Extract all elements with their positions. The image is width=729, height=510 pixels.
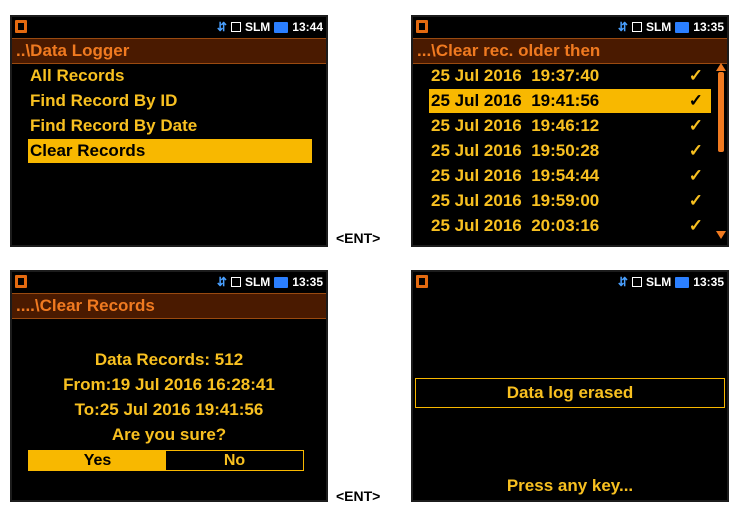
confirm-question: Are you sure? — [111, 425, 227, 444]
clock: 13:44 — [292, 20, 323, 34]
square-icon — [631, 22, 642, 32]
menu-item-find-record-by-date[interactable]: Find Record By Date — [28, 114, 197, 138]
check-icon: ✓ — [688, 91, 703, 110]
yes-button[interactable]: Yes — [29, 451, 166, 470]
clock: 13:35 — [693, 20, 724, 34]
record-row[interactable]: 25 Jul 2016 19:37:40 ✓ — [429, 64, 711, 88]
usb-icon: ⇵ — [216, 20, 227, 34]
record-date: 25 Jul 2016 — [431, 91, 522, 110]
ent-key-label: <ENT> — [336, 230, 381, 246]
record-date: 25 Jul 2016 — [431, 66, 522, 85]
record-row[interactable]: 25 Jul 2016 19:46:12 ✓ — [429, 114, 711, 138]
record-date: 25 Jul 2016 — [431, 166, 522, 185]
record-time: 19:46:12 — [531, 116, 600, 135]
check-icon: ✓ — [688, 191, 703, 210]
check-icon: ✓ — [688, 66, 703, 85]
check-icon: ✓ — [688, 141, 703, 160]
record-row[interactable]: 25 Jul 2016 19:54:44 ✓ — [429, 164, 711, 188]
page-title: ..\Data Logger — [12, 38, 326, 64]
monitor-icon — [675, 276, 690, 288]
page-title: ...\Clear rec. older then — [413, 38, 727, 64]
monitor-icon — [675, 21, 690, 33]
battery-icon — [416, 20, 428, 33]
mode-label: SLM — [645, 275, 672, 289]
mode-label: SLM — [244, 275, 271, 289]
press-any-key-prompt: Press any key... — [506, 476, 634, 495]
square-icon — [631, 277, 642, 287]
scroll-down-icon[interactable] — [716, 231, 726, 239]
clock: 13:35 — [292, 275, 323, 289]
battery-icon — [416, 275, 428, 288]
status-bar: ⇵ SLM 13:35 — [413, 272, 727, 293]
scroll-up-icon[interactable] — [716, 63, 726, 71]
record-date: 25 Jul 2016 — [431, 216, 522, 235]
monitor-icon — [274, 276, 289, 288]
status-bar: ⇵ SLM 13:35 — [413, 17, 727, 38]
clock: 13:35 — [693, 275, 724, 289]
scrollbar-thumb[interactable] — [718, 72, 724, 152]
mode-label: SLM — [244, 20, 271, 34]
confirm-choice: Yes No — [28, 450, 304, 471]
usb-icon: ⇵ — [617, 20, 628, 34]
square-icon — [230, 277, 241, 287]
screen-clear-records-confirm: ⇵ SLM 13:35 ....\Clear Records Data Reco… — [10, 270, 328, 502]
no-button[interactable]: No — [166, 451, 303, 470]
check-icon: ✓ — [688, 116, 703, 135]
ent-key-label: <ENT> — [336, 488, 381, 504]
screen-clear-older-then: ⇵ SLM 13:35 ...\Clear rec. older then 25… — [411, 15, 729, 247]
check-icon: ✓ — [688, 216, 703, 235]
menu-item-all-records[interactable]: All Records — [28, 64, 124, 88]
square-icon — [230, 22, 241, 32]
erased-message: Data log erased — [415, 378, 725, 408]
usb-icon: ⇵ — [617, 275, 628, 289]
record-date: 25 Jul 2016 — [431, 116, 522, 135]
check-icon: ✓ — [688, 166, 703, 185]
record-time: 19:37:40 — [531, 66, 600, 85]
menu-item-clear-records[interactable]: Clear Records — [28, 139, 312, 163]
record-time: 20:03:16 — [531, 216, 600, 235]
monitor-icon — [274, 21, 289, 33]
record-date: 25 Jul 2016 — [431, 191, 522, 210]
status-bar: ⇵ SLM 13:44 — [12, 17, 326, 38]
record-time: 19:50:28 — [531, 141, 600, 160]
record-row[interactable]: 25 Jul 2016 19:50:28 ✓ — [429, 139, 711, 163]
record-time: 19:41:56 — [531, 91, 600, 110]
menu-item-find-record-by-id[interactable]: Find Record By ID — [28, 89, 177, 113]
record-row[interactable]: 25 Jul 2016 20:03:16 ✓ — [429, 214, 711, 238]
scrollbar[interactable] — [716, 63, 726, 239]
battery-icon — [15, 20, 27, 33]
record-row[interactable]: 25 Jul 2016 19:41:56 ✓ — [429, 89, 711, 113]
record-time: 19:54:44 — [531, 166, 600, 185]
status-bar: ⇵ SLM 13:35 — [12, 272, 326, 293]
usb-icon: ⇵ — [216, 275, 227, 289]
record-time: 19:59:00 — [531, 191, 600, 210]
page-title: ....\Clear Records — [12, 293, 326, 319]
record-date: 25 Jul 2016 — [431, 141, 522, 160]
range-from: From:19 Jul 2016 16:28:41 — [63, 375, 275, 394]
mode-label: SLM — [645, 20, 672, 34]
screen-data-logger-menu: ⇵ SLM 13:44 ..\Data Logger All Records F… — [10, 15, 328, 247]
screen-data-log-erased: ⇵ SLM 13:35 Data log erased Press any ke… — [411, 270, 729, 502]
battery-icon — [15, 275, 27, 288]
range-to: To:25 Jul 2016 19:41:56 — [74, 400, 264, 419]
record-row[interactable]: 25 Jul 2016 19:59:00 ✓ — [429, 189, 711, 213]
records-count: Data Records: 512 — [94, 350, 244, 369]
